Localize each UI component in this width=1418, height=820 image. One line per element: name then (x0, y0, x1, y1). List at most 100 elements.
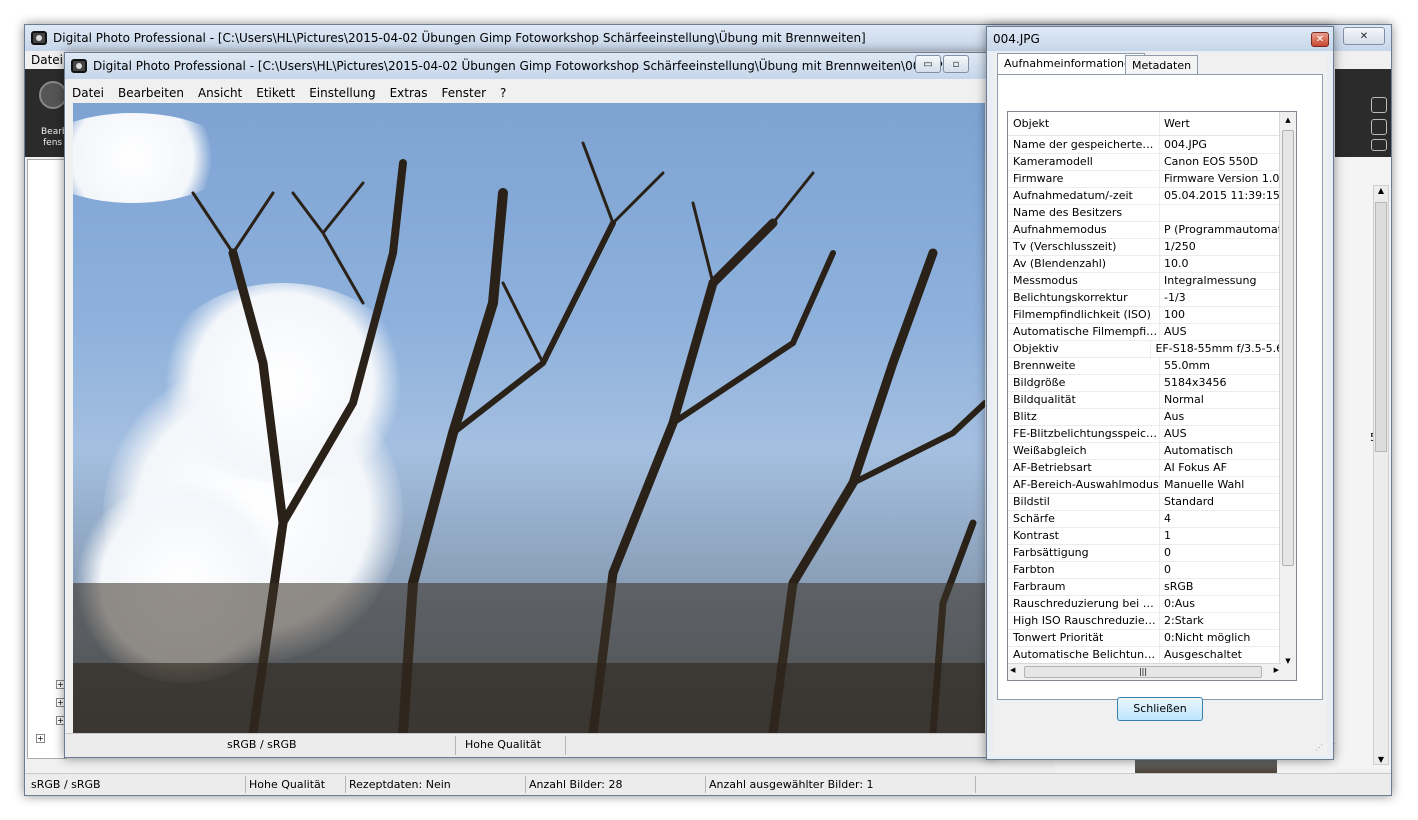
info-dialog: 004.JPG ✕ Aufnahmeinformationen Metadate… (986, 26, 1334, 760)
main-status-colorspace: sRGB / sRGB (31, 778, 101, 791)
rotate-icon[interactable] (1371, 97, 1387, 113)
table-row[interactable]: High ISO Rauschreduzierung 2:Stark (1008, 613, 1296, 630)
menu-bearbeiten[interactable]: Bearbeiten (111, 86, 191, 100)
table-row[interactable]: Belichtungskorrektur -1/3 (1008, 290, 1296, 307)
row-objekt: Bildgröße (1008, 375, 1160, 391)
table-row[interactable]: Brennweite 55.0mm (1008, 358, 1296, 375)
info-table[interactable]: Objekt Wert Name der gespeicherten D... 0… (1007, 111, 1297, 681)
row-objekt: Kontrast (1008, 528, 1160, 544)
table-row[interactable]: Av (Blendenzahl) 10.0 (1008, 256, 1296, 273)
table-row[interactable]: Schärfe 4 (1008, 511, 1296, 528)
right-panel: 55 ▲ ▼ (1335, 157, 1391, 769)
edit-window-tool-icon[interactable] (39, 81, 67, 109)
table-row[interactable]: FE-Blitzbelichtungsspeicher... AUS (1008, 426, 1296, 443)
table-row[interactable]: Tonwert Priorität 0:Nicht möglich (1008, 630, 1296, 647)
dialog-close-button[interactable]: ✕ (1311, 32, 1329, 47)
main-statusbar: sRGB / sRGB Hohe Qualität Rezeptdaten: N… (25, 773, 1391, 795)
table-row[interactable]: Name der gespeicherten D... 004.JPG (1008, 137, 1296, 154)
dialog-titlebar[interactable]: 004.JPG (987, 27, 1333, 51)
table-row[interactable]: AF-Bereich-Auswahlmodus Manuelle Wahl (1008, 477, 1296, 494)
column-header-objekt[interactable]: Objekt (1008, 112, 1160, 135)
main-status-recipe: Rezeptdaten: Nein (349, 778, 451, 791)
scroll-thumb[interactable]: ||| (1024, 666, 1262, 678)
table-row[interactable]: Farbsättigung 0 (1008, 545, 1296, 562)
edit-titlebar[interactable]: Digital Photo Professional - [C:\Users\H… (65, 53, 993, 79)
main-status-quality: Hohe Qualität (249, 778, 326, 791)
table-row[interactable]: Bildqualität Normal (1008, 392, 1296, 409)
table-row[interactable]: Farbton 0 (1008, 562, 1296, 579)
table-row[interactable]: Tv (Verschlusszeit) 1/250 (1008, 239, 1296, 256)
photo-preview[interactable] (73, 103, 985, 733)
scroll-down-icon[interactable]: ▼ (1374, 755, 1388, 764)
edit-menubar: Datei Bearbeiten Ansicht Etikett Einstel… (65, 83, 993, 102)
table-row[interactable]: Name des Besitzers (1008, 205, 1296, 222)
scroll-left-icon[interactable]: ◀ (1010, 666, 1015, 674)
edit-statusbar: sRGB / sRGB Hohe Qualität (65, 733, 993, 757)
scroll-right-icon[interactable]: ▶ (1274, 666, 1279, 674)
menu-help[interactable]: ? (493, 86, 513, 100)
tool-icon[interactable] (1371, 139, 1387, 151)
menu-einstellung[interactable]: Einstellung (302, 86, 382, 100)
row-wert: AI Fokus AF (1164, 461, 1228, 474)
menu-fenster[interactable]: Fenster (435, 86, 494, 100)
table-row[interactable]: Automatische Belichtungso... Ausgeschalte… (1008, 647, 1296, 664)
app-camera-icon (31, 31, 47, 45)
row-wert: 1/250 (1164, 240, 1196, 253)
table-row[interactable]: Filmempfindlichkeit (ISO) 100 (1008, 307, 1296, 324)
table-row[interactable]: Firmware Firmware Version 1.0.9 (1008, 171, 1296, 188)
tree-expand-icon[interactable]: + (36, 734, 45, 743)
row-objekt: Bildqualität (1008, 392, 1160, 408)
right-vertical-scrollbar[interactable]: ▲ ▼ (1373, 185, 1389, 765)
table-row[interactable]: Kameramodell Canon EOS 550D (1008, 154, 1296, 171)
tool-icon[interactable] (1371, 119, 1387, 135)
table-horizontal-scrollbar[interactable]: ◀ ||| ▶ (1008, 663, 1281, 680)
table-row[interactable]: Messmodus Integralmessung (1008, 273, 1296, 290)
main-status-selected: Anzahl ausgewählter Bilder: 1 (709, 778, 874, 791)
row-wert: 5184x3456 (1164, 376, 1227, 389)
edit-window-title: Digital Photo Professional - [C:\Users\H… (93, 59, 957, 73)
table-row[interactable]: Kontrast 1 (1008, 528, 1296, 545)
table-row[interactable]: Rauschreduzierung bei Lan... 0:Aus (1008, 596, 1296, 613)
table-row[interactable]: Bildstil Standard (1008, 494, 1296, 511)
close-button[interactable]: Schließen (1117, 697, 1203, 721)
edit-maximize-button[interactable]: ▫ (943, 55, 969, 73)
table-vertical-scrollbar[interactable]: ▲ ▼ (1279, 112, 1296, 680)
edit-window: Digital Photo Professional - [C:\Users\H… (64, 52, 994, 758)
row-objekt: Name des Besitzers (1008, 205, 1160, 221)
tree-silhouette (73, 141, 985, 733)
scroll-thumb[interactable] (1375, 202, 1387, 452)
row-wert: Normal (1164, 393, 1204, 406)
edit-minimize-button[interactable]: ▭ (915, 55, 941, 73)
row-objekt: Weißabgleich (1008, 443, 1160, 459)
menu-etikett[interactable]: Etikett (249, 86, 302, 100)
table-row[interactable]: Aufnahmedatum/-zeit 05.04.2015 11:39:15 (1008, 188, 1296, 205)
row-wert (1160, 205, 1164, 221)
table-row[interactable]: Automatische Filmempfindli... AUS (1008, 324, 1296, 341)
table-row[interactable]: Bildgröße 5184x3456 (1008, 375, 1296, 392)
row-objekt: Bildstil (1008, 494, 1160, 510)
tab-aufnahmeinformationen[interactable]: Aufnahmeinformationen (997, 53, 1145, 75)
resize-grip-icon[interactable]: ⋰ (1315, 743, 1325, 753)
table-row[interactable]: Farbraum sRGB (1008, 579, 1296, 596)
table-row[interactable]: AF-Betriebsart AI Fokus AF (1008, 460, 1296, 477)
menu-extras[interactable]: Extras (383, 86, 435, 100)
scroll-up-icon[interactable]: ▲ (1280, 112, 1296, 128)
scroll-thumb[interactable] (1282, 130, 1294, 566)
scroll-up-icon[interactable]: ▲ (1374, 186, 1388, 195)
tab-metadaten[interactable]: Metadaten (1125, 55, 1199, 75)
table-row[interactable]: Weißabgleich Automatisch (1008, 443, 1296, 460)
table-row[interactable]: Objektiv EF-S18-55mm f/3.5-5.6 IS II (1008, 341, 1296, 358)
menu-ansicht[interactable]: Ansicht (191, 86, 249, 100)
folder-tree[interactable]: + + + + (27, 159, 67, 759)
row-wert: 4 (1164, 512, 1171, 525)
table-row[interactable]: Blitz Aus (1008, 409, 1296, 426)
row-objekt: Automatische Filmempfindli... (1008, 324, 1160, 340)
main-close-button[interactable]: ✕ (1343, 27, 1385, 45)
table-row[interactable]: Aufnahmemodus P (Programmautomatik) (1008, 222, 1296, 239)
menu-datei[interactable]: Datei (65, 86, 111, 100)
scroll-down-icon[interactable]: ▼ (1280, 657, 1296, 665)
row-wert: 05.04.2015 11:39:15 (1164, 189, 1280, 202)
row-wert: 0 (1164, 563, 1171, 576)
column-header-wert[interactable]: Wert (1160, 112, 1190, 135)
edit-status-colorspace: sRGB / sRGB (227, 738, 297, 751)
